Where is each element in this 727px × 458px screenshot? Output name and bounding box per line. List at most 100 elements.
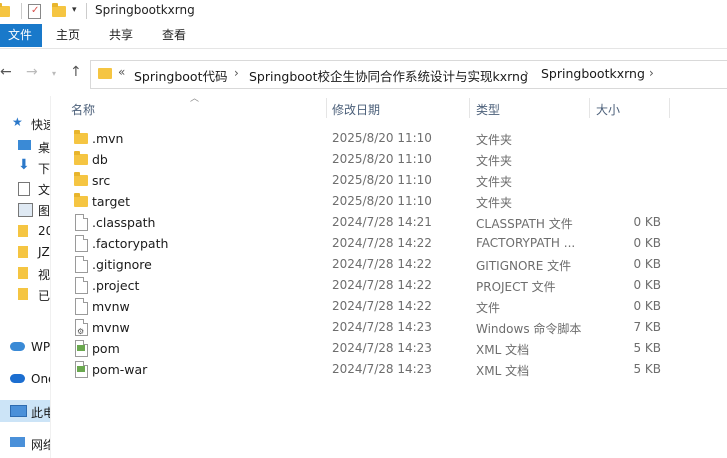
column-divider[interactable]	[669, 98, 670, 118]
divider	[21, 3, 22, 19]
nav-item-this-pc[interactable]: 此电	[0, 400, 50, 422]
star-icon: ★	[12, 115, 23, 129]
file-row[interactable]: src 2025/8/20 11:10 文件夹	[66, 170, 727, 191]
tab-home[interactable]: 主页	[48, 24, 88, 47]
file-row[interactable]: .classpath 2024/7/28 14:21 CLASSPATH 文件 …	[66, 212, 727, 233]
document-icon	[18, 182, 30, 196]
nav-item-network[interactable]: 网络	[0, 432, 50, 454]
tab-view[interactable]: 查看	[154, 24, 194, 47]
file-type: 文件夹	[476, 154, 513, 168]
nav-item-quick-access[interactable]: ★ 快速	[0, 112, 50, 134]
column-header-name[interactable]: 名称	[71, 101, 95, 125]
file-name: mvnw	[92, 299, 130, 314]
back-button[interactable]: ←	[0, 64, 12, 80]
network-icon	[10, 437, 25, 447]
breadcrumb-item[interactable]: Springboot代码	[134, 66, 227, 85]
file-name: src	[92, 173, 111, 188]
nav-item-documents[interactable]: 文	[0, 177, 50, 199]
file-date: 2024/7/28 14:22	[332, 299, 432, 313]
file-name: .gitignore	[92, 257, 152, 272]
folder-icon	[74, 130, 88, 144]
nav-item-downloads[interactable]: ⬇ 下	[0, 156, 50, 178]
file-row[interactable]: .gitignore 2024/7/28 14:22 GITIGNORE 文件 …	[66, 254, 727, 275]
nav-item-onedrive[interactable]: One	[0, 368, 50, 390]
nav-item-folder[interactable]: JZ	[0, 241, 50, 263]
column-header-size[interactable]: 大小	[596, 101, 620, 125]
file-row[interactable]: .factorypath 2024/7/28 14:22 FACTORYPATH…	[66, 233, 727, 254]
properties-icon[interactable]: ✓	[28, 3, 42, 19]
address-bar[interactable]: « Springboot代码 › Springboot校企生协同合作系统设计与实…	[90, 60, 727, 89]
nav-item-folder[interactable]: 已	[0, 283, 50, 305]
file-type: 文件	[476, 301, 501, 315]
file-size: 5 KB	[633, 362, 661, 376]
file-name: pom	[92, 341, 120, 356]
nav-label: 视	[38, 268, 50, 282]
xml-icon	[75, 361, 88, 378]
breadcrumb-item[interactable]: Springboot校企生协同合作系统设计与实现kxrng	[249, 66, 528, 85]
column-divider[interactable]	[589, 98, 590, 118]
file-row[interactable]: pom-war 2024/7/28 14:23 XML 文档 5 KB	[66, 359, 727, 380]
computer-icon	[10, 405, 27, 417]
file-row[interactable]: pom 2024/7/28 14:23 XML 文档 5 KB	[66, 338, 727, 359]
file-row[interactable]: mvnw 2024/7/28 14:22 文件 0 KB	[66, 296, 727, 317]
file-name: .classpath	[92, 215, 156, 230]
folder-icon	[18, 225, 28, 237]
file-row[interactable]: db 2025/8/20 11:10 文件夹	[66, 149, 727, 170]
address-row: ← → ▾ ↑ « Springboot代码 › Springboot校企生协同…	[0, 52, 727, 92]
column-divider[interactable]	[469, 98, 470, 118]
pane-divider[interactable]	[50, 96, 51, 458]
column-divider[interactable]	[326, 98, 327, 118]
file-size: 0 KB	[633, 257, 661, 271]
nav-item-desktop[interactable]: 桌	[0, 135, 50, 157]
forward-button[interactable]: →	[26, 64, 38, 80]
nav-label: 已	[38, 289, 50, 303]
file-size: 0 KB	[633, 236, 661, 250]
file-row[interactable]: target 2025/8/20 11:10 文件夹	[66, 191, 727, 212]
folder-icon	[74, 172, 88, 186]
tab-file[interactable]: 文件	[0, 24, 42, 47]
chevron-right-icon[interactable]: ›	[649, 66, 654, 80]
file-name: .factorypath	[92, 236, 169, 251]
file-date: 2025/8/20 11:10	[332, 152, 432, 166]
file-name: pom-war	[92, 362, 148, 377]
nav-item-wps[interactable]: WP	[0, 336, 50, 358]
folder-icon	[18, 246, 28, 258]
file-size: 0 KB	[633, 215, 661, 229]
file-row[interactable]: ⚙ mvnw 2024/7/28 14:23 Windows 命令脚本 7 KB	[66, 317, 727, 338]
nav-item-pictures[interactable]: 图	[0, 198, 50, 220]
tab-share[interactable]: 共享	[101, 24, 141, 47]
file-name: target	[92, 194, 131, 209]
breadcrumb-item[interactable]: Springbootkxrng	[541, 66, 645, 81]
script-icon: ⚙	[75, 319, 88, 336]
file-type: Windows 命令脚本	[476, 322, 581, 336]
column-header-date[interactable]: 修改日期	[332, 101, 380, 125]
chevron-right-icon[interactable]: ›	[234, 66, 239, 80]
nav-item-folder[interactable]: 视	[0, 262, 50, 284]
file-date: 2024/7/28 14:22	[332, 278, 432, 292]
file-date: 2024/7/28 14:22	[332, 236, 432, 250]
file-row[interactable]: .mvn 2025/8/20 11:10 文件夹	[66, 128, 727, 149]
onedrive-icon	[10, 374, 25, 383]
file-type: FACTORYPATH ...	[476, 236, 576, 250]
file-type: CLASSPATH 文件	[476, 217, 573, 231]
folder-icon	[18, 288, 28, 300]
picture-icon	[18, 203, 33, 217]
file-date: 2024/7/28 14:22	[332, 257, 432, 271]
file-row[interactable]: .project 2024/7/28 14:22 PROJECT 文件 0 KB	[66, 275, 727, 296]
nav-label: One	[31, 372, 50, 386]
column-header-type[interactable]: 类型	[476, 101, 500, 125]
file-date: 2025/8/20 11:10	[332, 173, 432, 187]
window-title: Springbootkxrng	[95, 3, 195, 17]
recent-locations-icon[interactable]: ▾	[52, 69, 56, 78]
sort-ascending-icon: ︿	[190, 94, 200, 104]
customize-toolbar-icon[interactable]: ▾	[72, 5, 82, 21]
chevron-right-icon[interactable]: ›	[524, 66, 529, 80]
up-button[interactable]: ↑	[70, 64, 82, 80]
cloud-icon	[10, 342, 25, 351]
new-folder-icon[interactable]	[52, 3, 66, 19]
download-icon: ⬇	[18, 157, 30, 173]
nav-label: 图	[38, 204, 50, 218]
overflow-crumbs-icon[interactable]: «	[118, 65, 125, 79]
nav-item-folder[interactable]: 20	[0, 220, 50, 242]
folder-icon	[18, 267, 28, 279]
